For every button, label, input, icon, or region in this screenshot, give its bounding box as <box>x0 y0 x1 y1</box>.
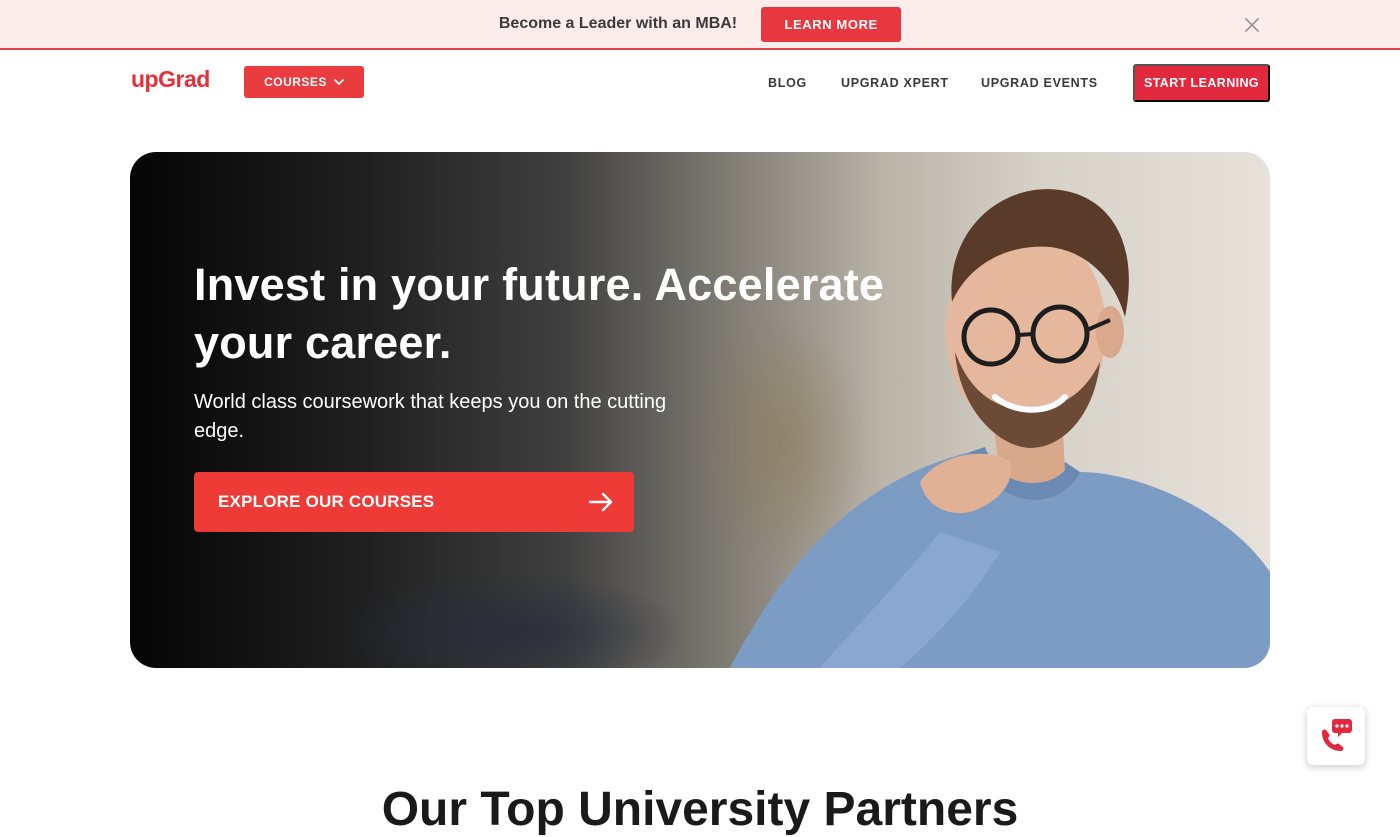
main-nav: upGrad COURSES BLOG UPGRAD XPERT UPGRAD … <box>0 52 1400 112</box>
hero-banner: Invest in your future. Accelerate your c… <box>130 152 1270 668</box>
nav-link-upgrad-xpert[interactable]: UPGRAD XPERT <box>841 76 949 90</box>
nav-link-blog[interactable]: BLOG <box>768 76 807 90</box>
courses-label: COURSES <box>264 75 327 89</box>
promo-banner: Become a Leader with an MBA! LEARN MORE <box>0 0 1400 50</box>
phone-chat-icon <box>1322 719 1352 751</box>
nav-link-upgrad-events[interactable]: UPGRAD EVENTS <box>981 76 1098 90</box>
arrow-right-icon <box>588 492 613 512</box>
call-chat-widget[interactable] <box>1307 707 1365 765</box>
upgrad-logo[interactable]: upGrad <box>131 66 210 93</box>
courses-dropdown-button[interactable]: COURSES <box>244 66 364 98</box>
hero-person-image <box>730 189 1270 668</box>
close-icon[interactable] <box>1242 15 1262 35</box>
chevron-down-icon <box>334 78 344 85</box>
learn-more-button[interactable]: LEARN MORE <box>761 6 902 42</box>
start-learning-button[interactable]: START LEARNING <box>1133 64 1270 102</box>
hero-subtitle: World class coursework that keeps you on… <box>194 391 667 442</box>
promo-text: Become a Leader with an MBA! <box>498 15 738 32</box>
section-heading: Our Top University Partners <box>381 783 1019 836</box>
background-laptop <box>330 572 690 668</box>
hero-title: Invest in your future. Accelerate your c… <box>194 259 885 368</box>
explore-courses-label: EXPLORE OUR COURSES <box>218 492 435 511</box>
explore-courses-button[interactable]: EXPLORE OUR COURSES <box>194 472 634 532</box>
